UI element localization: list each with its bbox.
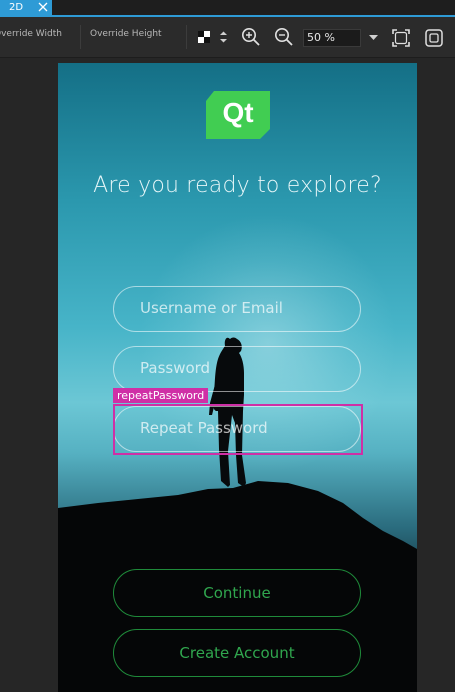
toolbar-divider xyxy=(80,25,81,49)
close-icon[interactable] xyxy=(37,1,49,13)
background-color-icon[interactable] xyxy=(198,31,210,43)
fit-to-view-icon[interactable] xyxy=(392,29,410,47)
app-preview-screen[interactable]: Qt Are you ready to explore? Username or… xyxy=(58,63,417,692)
username-field[interactable]: Username or Email xyxy=(113,286,361,332)
headline: Are you ready to explore? xyxy=(93,173,382,198)
zoom-in-icon[interactable] xyxy=(241,27,261,47)
chevron-down-icon[interactable] xyxy=(369,35,378,41)
fit-selection-icon[interactable] xyxy=(425,29,443,47)
qt-logo-text: Qt xyxy=(222,97,254,128)
override-width-field[interactable]: Override Width xyxy=(0,29,62,39)
toolbar: Override Width Override Height 50 % xyxy=(0,17,455,58)
create-account-button[interactable]: Create Account xyxy=(113,629,361,677)
selection-outline[interactable] xyxy=(113,404,363,455)
zoom-out-icon[interactable] xyxy=(274,27,294,47)
chevron-updown-icon[interactable] xyxy=(219,30,228,44)
zoom-level-input[interactable]: 50 % xyxy=(303,29,361,47)
toolbar-divider xyxy=(186,25,187,49)
username-placeholder: Username or Email xyxy=(140,299,283,317)
override-height-field[interactable]: Override Height xyxy=(90,29,162,39)
tab-2d[interactable]: 2D xyxy=(0,0,52,15)
selection-label: repeatPassword xyxy=(113,388,209,403)
password-field[interactable]: Password xyxy=(113,346,361,392)
editor-tab-bar: 2D xyxy=(0,0,455,17)
password-placeholder: Password xyxy=(140,359,211,377)
tab-2d-label: 2D xyxy=(9,2,24,13)
continue-button[interactable]: Continue xyxy=(113,569,361,617)
